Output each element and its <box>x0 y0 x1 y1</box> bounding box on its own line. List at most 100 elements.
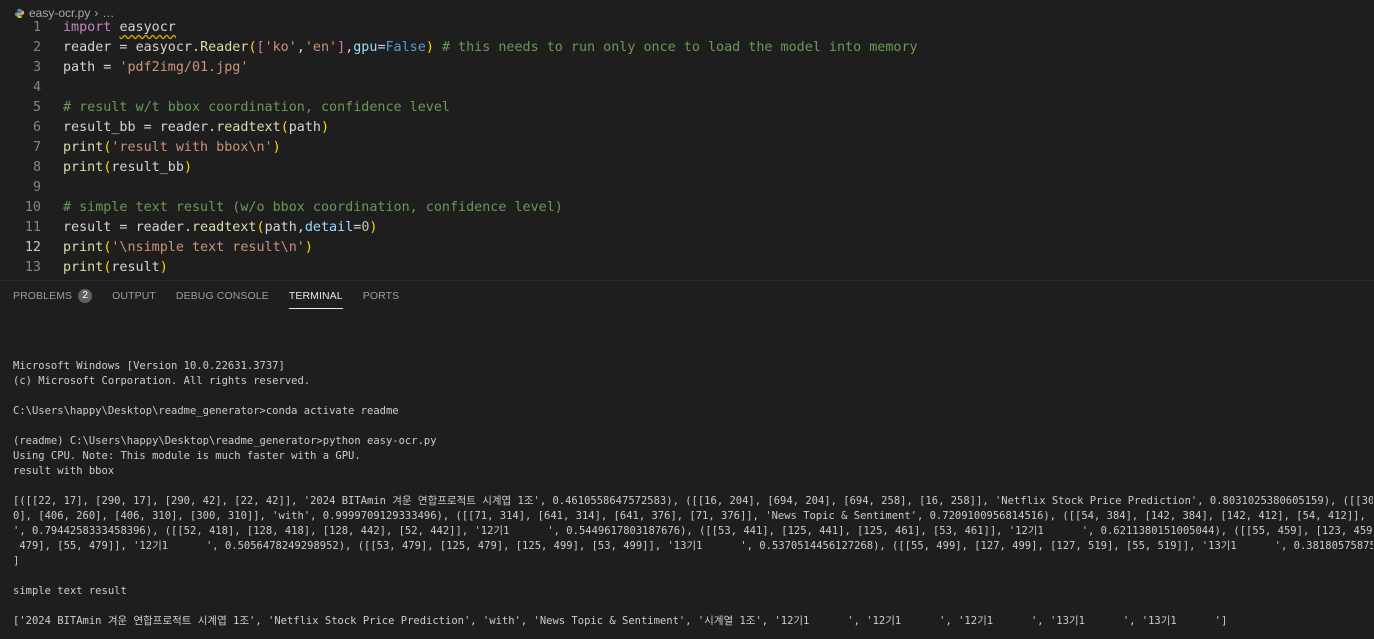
code-text[interactable]: import easyocr <box>63 18 176 38</box>
code-token: print <box>63 140 104 155</box>
problems-count-badge: 2 <box>78 289 93 303</box>
tab-debug-console[interactable]: DEBUG CONSOLE <box>176 286 269 306</box>
code-token: readtext <box>216 120 281 135</box>
code-token: , <box>296 40 305 55</box>
panel-tabs: PROBLEMS 2 OUTPUT DEBUG CONSOLE TERMINAL PORT… <box>13 286 419 309</box>
code-line[interactable]: 6 result_bb = reader.readtext(path) <box>0 118 1374 138</box>
line-number: 4 <box>32 80 41 95</box>
code-token: ] <box>337 40 346 55</box>
code-line[interactable]: 4 <box>0 78 1374 98</box>
code-line[interactable]: 2 reader = easyocr.Reader(['ko','en'],gpu… <box>0 38 1374 58</box>
line-number: 3 <box>32 60 41 75</box>
line-number: 5 <box>32 100 41 115</box>
terminal-line: (c) Microsoft Corporation. All rights re… <box>13 375 311 387</box>
line-number: 12 <box>24 240 41 255</box>
tab-terminal[interactable]: TERMINAL <box>288 286 343 309</box>
line-number: 7 <box>32 140 41 155</box>
code-token: = <box>135 120 160 135</box>
code-token: readtext <box>192 220 257 235</box>
terminal-line: C:\Users\happy\Desktop\readme_generator>… <box>13 405 399 417</box>
code-text[interactable]: print('\nsimple text result\n') <box>63 238 313 258</box>
code-text[interactable]: # simple text result (w/o bbox coordinat… <box>63 198 563 218</box>
code-token: ) <box>369 220 378 235</box>
code-token: 'result with bbox\n' <box>111 140 273 155</box>
code-line[interactable]: 9 <box>0 178 1374 198</box>
line-number: 8 <box>32 160 41 175</box>
terminal-line: 0], [406, 260], [406, 310], [300, 310]],… <box>13 510 1373 522</box>
terminal-output[interactable]: Microsoft Windows [Version 10.0.22631.37… <box>13 359 1373 629</box>
code-token: # this needs to run only once to load th… <box>441 40 918 55</box>
code-line[interactable]: 1 import easyocr <box>0 18 1374 38</box>
code-token: # simple text result (w/o bbox coordinat… <box>63 200 563 215</box>
code-token: ( <box>248 40 257 55</box>
code-line[interactable]: 3 path = 'pdf2img/01.jpg' <box>0 58 1374 78</box>
code-token: ) <box>159 260 168 275</box>
code-token: gpu <box>353 40 378 55</box>
code-line[interactable]: 7 print('result with bbox\n') <box>0 138 1374 158</box>
code-line[interactable]: 5 # result w/t bbox coordination, confide… <box>0 98 1374 118</box>
python-file-icon <box>14 8 25 18</box>
code-token: path <box>288 120 321 135</box>
code-token: reader <box>159 120 209 135</box>
line-number: 6 <box>32 120 41 135</box>
code-text[interactable]: print(result_bb) <box>63 158 192 178</box>
code-token: detail <box>304 220 354 235</box>
code-token: result <box>111 260 160 275</box>
code-token: ( <box>280 120 289 135</box>
code-editor[interactable]: 1 import easyocr 2 reader = easyocr.Reader(… <box>0 18 1374 280</box>
code-token: ) <box>304 240 313 255</box>
code-text[interactable]: result = reader.readtext(path,detail=0) <box>63 218 377 238</box>
code-token: '\nsimple text result\n' <box>111 240 305 255</box>
terminal-line: Using CPU. Note: This module is much fas… <box>13 450 361 462</box>
code-token: print <box>63 160 104 175</box>
tab-label: DEBUG CONSOLE <box>175 290 269 302</box>
code-token: import <box>63 20 112 35</box>
terminal-line: ', 0.7944258333458396), ([[52, 418], [12… <box>13 525 1373 537</box>
code-token: easyocr <box>119 20 176 35</box>
code-token: Reader <box>200 40 249 55</box>
code-text[interactable]: result_bb = reader.readtext(path) <box>63 118 329 138</box>
terminal-line: ] <box>13 555 20 567</box>
tab-output[interactable]: OUTPUT <box>112 286 156 306</box>
code-text[interactable]: reader = easyocr.Reader(['ko','en'],gpu=… <box>63 38 918 58</box>
tab-label: OUTPUT <box>112 290 156 302</box>
tab-problems[interactable]: PROBLEMS 2 <box>13 286 93 306</box>
code-token: path <box>264 220 297 235</box>
code-token: = <box>111 220 136 235</box>
code-line[interactable]: 11 result = reader.readtext(path,detail=0… <box>0 218 1374 238</box>
code-token: path <box>63 60 96 75</box>
code-token: ) <box>272 140 281 155</box>
code-token: result_bb <box>63 120 136 135</box>
code-token: reader <box>135 220 184 235</box>
line-number: 9 <box>32 180 41 195</box>
line-number: 11 <box>24 220 41 235</box>
code-line[interactable]: 12 print('\nsimple text result\n') <box>0 238 1374 258</box>
tab-ports[interactable]: PORTS <box>363 286 399 306</box>
code-text[interactable]: print(result) <box>63 258 168 278</box>
tab-label: PORTS <box>362 290 400 302</box>
code-token: ) <box>183 160 192 175</box>
code-token: result <box>63 220 112 235</box>
tab-label: PROBLEMS <box>13 290 73 302</box>
code-line[interactable]: 8 print(result_bb) <box>0 158 1374 178</box>
line-number: 10 <box>24 200 41 215</box>
code-token: print <box>63 240 104 255</box>
code-text[interactable]: # result w/t bbox coordination, confiden… <box>63 98 450 118</box>
code-token: = <box>95 60 120 75</box>
code-text[interactable]: print('result with bbox\n') <box>63 138 281 158</box>
code-line[interactable]: 10 # simple text result (w/o bbox coordin… <box>0 198 1374 218</box>
code-text[interactable]: path = 'pdf2img/01.jpg' <box>63 58 248 78</box>
code-token: [ <box>256 40 265 55</box>
code-token: result_bb <box>111 160 184 175</box>
code-token: reader <box>63 40 112 55</box>
code-token: # result w/t bbox coordination, confiden… <box>63 100 450 115</box>
code-token: print <box>63 260 104 275</box>
code-line[interactable]: 13 print(result) <box>0 258 1374 278</box>
code-token: 'ko' <box>264 40 297 55</box>
terminal-line: result with bbox <box>13 465 115 477</box>
